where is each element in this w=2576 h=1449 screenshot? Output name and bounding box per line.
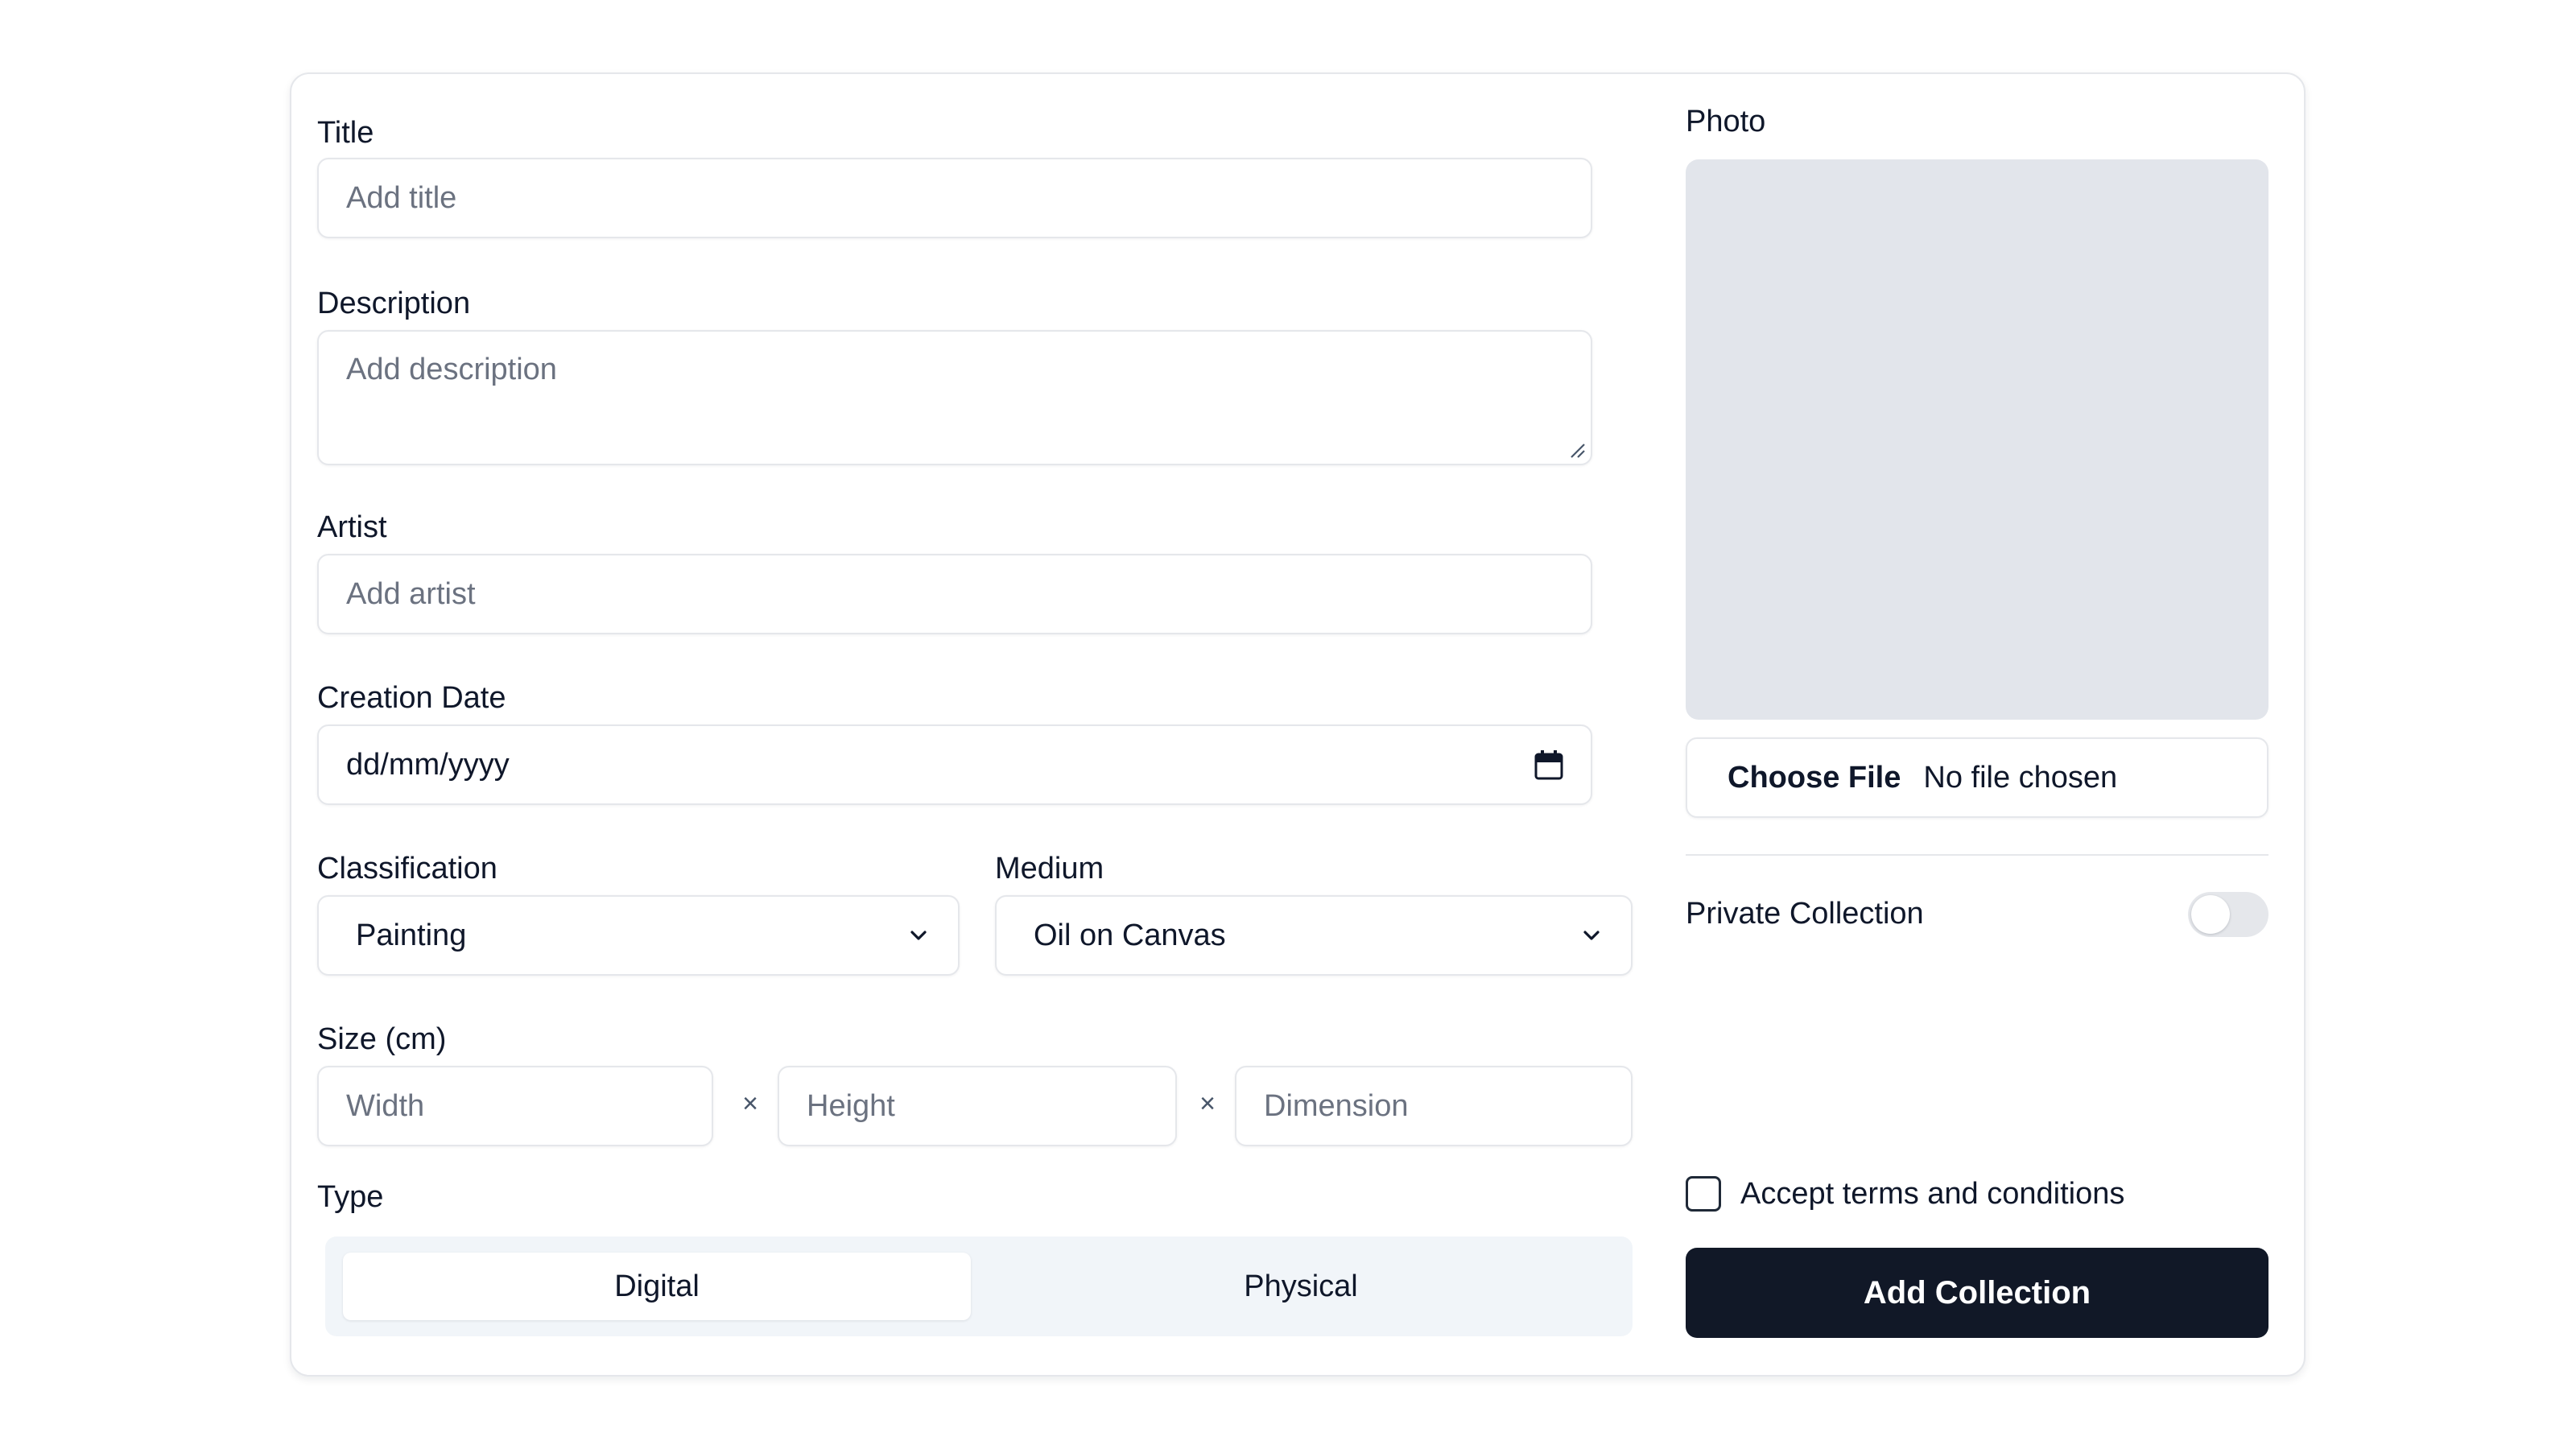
width-field[interactable] <box>317 1066 713 1146</box>
title-label: Title <box>317 116 374 150</box>
chevron-down-icon <box>1583 931 1600 940</box>
toggle-knob <box>2191 895 2230 934</box>
height-field[interactable] <box>778 1066 1177 1146</box>
file-status-text: No file chosen <box>1923 760 2118 795</box>
divider <box>1686 854 2268 856</box>
description-label: Description <box>317 287 471 320</box>
terms-label[interactable]: Accept terms and conditions <box>1740 1177 2124 1212</box>
creation-date-field[interactable]: dd/mm/yyyy <box>317 724 1592 805</box>
resize-handle-icon[interactable] <box>1568 441 1586 459</box>
classification-label: Classification <box>317 852 497 886</box>
medium-select[interactable]: Oil on Canvas <box>995 895 1633 976</box>
choose-file-button[interactable]: Choose File <box>1728 761 1901 795</box>
artist-field[interactable] <box>317 554 1592 634</box>
creation-date-value: dd/mm/yyyy <box>346 747 510 782</box>
add-collection-button[interactable]: Add Collection <box>1686 1248 2268 1338</box>
artist-input[interactable] <box>346 576 1563 612</box>
description-textarea[interactable] <box>346 332 1563 464</box>
title-input[interactable] <box>346 180 1563 216</box>
title-field[interactable] <box>317 158 1592 238</box>
size-separator: × <box>742 1088 758 1119</box>
type-label: Type <box>317 1180 384 1214</box>
chevron-down-icon <box>910 931 927 940</box>
dimension-input[interactable] <box>1264 1088 1604 1124</box>
medium-selected-value: Oil on Canvas <box>1034 918 1226 952</box>
classification-selected-value: Painting <box>356 918 467 952</box>
private-collection-toggle[interactable] <box>2188 892 2268 937</box>
width-input[interactable] <box>346 1088 684 1124</box>
size-separator: × <box>1199 1088 1216 1119</box>
dimension-field[interactable] <box>1235 1066 1633 1146</box>
terms-checkbox[interactable] <box>1686 1176 1721 1212</box>
medium-label: Medium <box>995 852 1104 886</box>
type-segmented-control: Digital Physical <box>325 1236 1633 1336</box>
private-collection-label: Private Collection <box>1686 897 1924 931</box>
height-input[interactable] <box>807 1088 1148 1124</box>
calendar-icon[interactable] <box>1534 749 1563 780</box>
file-input[interactable]: Choose File No file chosen <box>1686 737 2268 818</box>
photo-preview <box>1686 159 2268 720</box>
classification-select[interactable]: Painting <box>317 895 960 976</box>
type-option-physical[interactable]: Physical <box>987 1253 1615 1320</box>
description-field[interactable] <box>317 330 1592 465</box>
photo-label: Photo <box>1686 105 1766 138</box>
artist-label: Artist <box>317 510 387 544</box>
size-label: Size (cm) <box>317 1022 447 1056</box>
creation-date-label: Creation Date <box>317 681 506 715</box>
type-option-digital[interactable]: Digital <box>343 1253 971 1320</box>
